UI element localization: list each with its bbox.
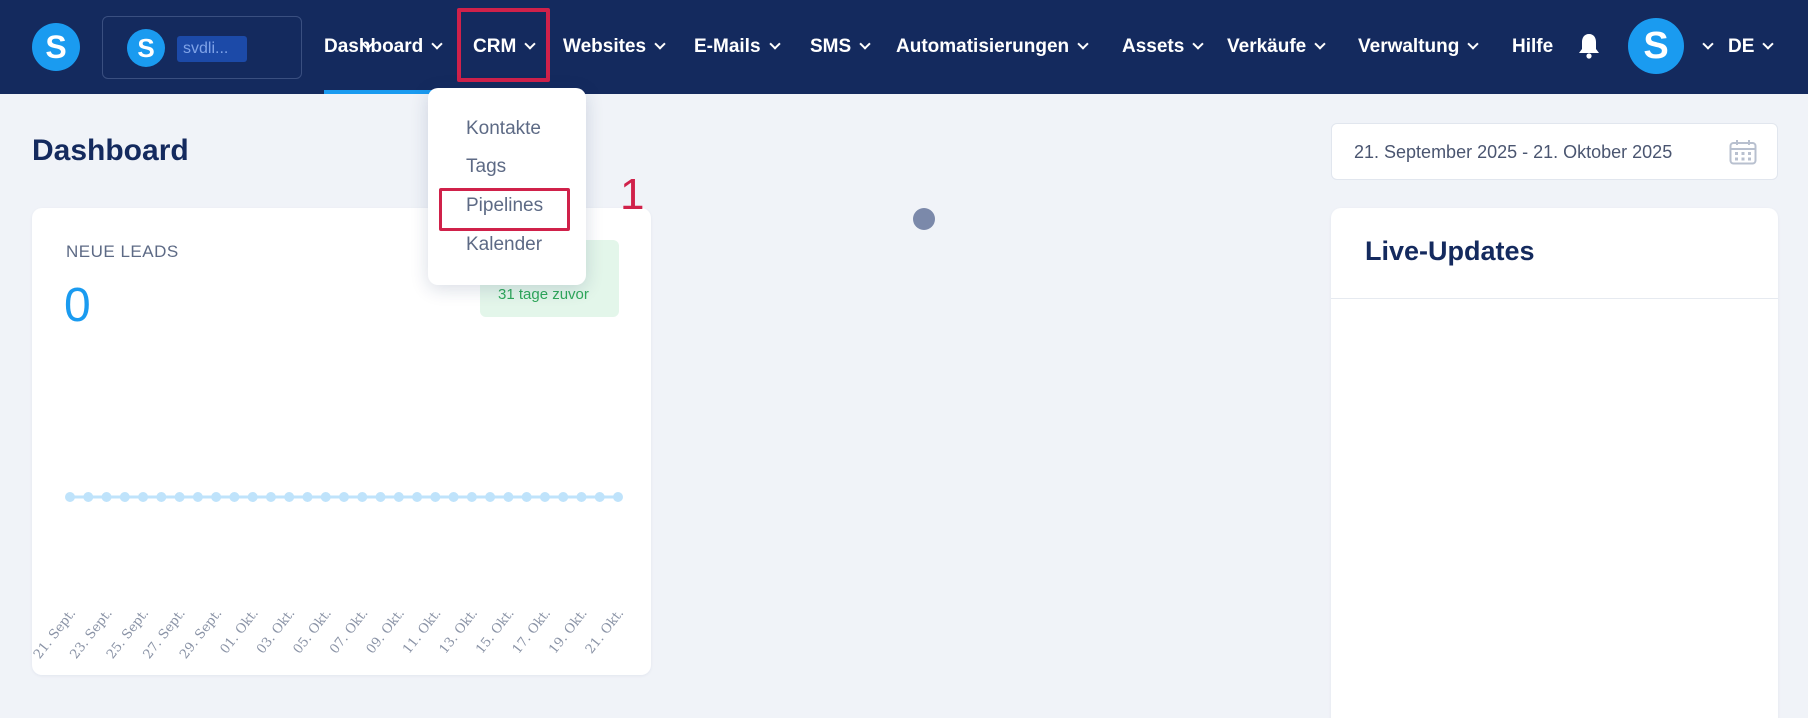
pipelines-highlight-box bbox=[439, 188, 570, 231]
data-point bbox=[393, 492, 404, 502]
live-updates-title: Live-Updates bbox=[1365, 236, 1535, 266]
data-point bbox=[412, 492, 423, 502]
nav-websites[interactable]: Websites bbox=[563, 0, 666, 94]
data-point bbox=[174, 492, 185, 502]
data-point bbox=[613, 492, 623, 502]
data-point bbox=[558, 492, 569, 502]
chevron-down-icon bbox=[1192, 38, 1204, 50]
menu-item-kalender[interactable]: Kalender bbox=[466, 234, 542, 256]
nav-verkaeufe[interactable]: Verkäufe bbox=[1227, 0, 1326, 94]
data-point bbox=[375, 492, 386, 502]
data-point bbox=[229, 492, 240, 502]
nav-emails[interactable]: E-Mails bbox=[694, 0, 781, 94]
chevron-down-icon bbox=[1762, 38, 1775, 50]
nav-label: Automatisierungen bbox=[896, 36, 1070, 57]
chevron-down-icon bbox=[1702, 38, 1714, 50]
data-point bbox=[247, 492, 258, 502]
language-switcher[interactable]: DE bbox=[1728, 0, 1775, 94]
x-tick-label: 21. Okt. bbox=[583, 606, 627, 657]
data-point bbox=[138, 492, 149, 502]
data-point bbox=[101, 492, 112, 502]
chevron-down-icon bbox=[1077, 38, 1089, 50]
nav-label: Websites bbox=[563, 36, 647, 57]
live-updates-card: Live-Updates bbox=[1331, 208, 1778, 718]
chevron-down-icon bbox=[859, 38, 871, 50]
user-menu-toggle[interactable] bbox=[1694, 0, 1714, 94]
language-label: DE bbox=[1728, 36, 1755, 57]
data-point bbox=[284, 492, 295, 502]
data-point bbox=[211, 492, 222, 502]
data-point bbox=[119, 492, 130, 502]
data-point bbox=[302, 492, 313, 502]
data-point bbox=[339, 492, 349, 502]
menu-item-kontakte[interactable]: Kontakte bbox=[466, 118, 541, 140]
nav-label: Verwaltung bbox=[1358, 36, 1460, 57]
calendar-icon bbox=[1729, 140, 1757, 165]
chevron-down-icon bbox=[654, 38, 666, 50]
account-avatar: S bbox=[127, 29, 165, 67]
page-title: Dashboard bbox=[32, 134, 189, 167]
account-switcher[interactable]: S svdli... bbox=[102, 16, 374, 79]
data-point bbox=[65, 492, 75, 502]
data-point bbox=[503, 492, 514, 502]
top-navigation-bar: S S svdli... Dashboard CRM Websites E-Ma… bbox=[0, 0, 1808, 94]
chevron-down-icon bbox=[1314, 38, 1326, 50]
nav-label: Assets bbox=[1122, 36, 1185, 57]
nav-label: Dashboard bbox=[324, 36, 424, 57]
divider bbox=[1331, 298, 1778, 299]
date-range-value: 21. September 2025 - 21. Oktober 2025 bbox=[1354, 142, 1673, 162]
chevron-down-icon bbox=[431, 38, 443, 50]
data-point bbox=[265, 492, 276, 502]
data-point bbox=[466, 492, 477, 502]
nav-label: Hilfe bbox=[1512, 36, 1554, 57]
nav-hilfe[interactable]: Hilfe bbox=[1512, 0, 1553, 94]
loading-indicator bbox=[913, 208, 935, 230]
data-point bbox=[156, 492, 167, 502]
data-point bbox=[485, 492, 496, 502]
account-name: svdli... bbox=[177, 36, 247, 62]
app-logo[interactable]: S bbox=[32, 23, 80, 71]
nav-label: E-Mails bbox=[694, 36, 761, 57]
nav-label: Verkäufe bbox=[1227, 36, 1307, 57]
nav-dashboard[interactable]: Dashboard bbox=[324, 0, 443, 94]
data-point bbox=[357, 492, 368, 502]
nav-verwaltung[interactable]: Verwaltung bbox=[1358, 0, 1480, 94]
chevron-down-icon bbox=[1467, 38, 1480, 50]
nav-assets[interactable]: Assets bbox=[1122, 0, 1204, 94]
data-point bbox=[521, 492, 532, 502]
user-avatar[interactable]: S bbox=[1628, 18, 1684, 74]
nav-sms[interactable]: SMS bbox=[810, 0, 871, 94]
chevron-down-icon bbox=[768, 38, 781, 50]
data-point bbox=[576, 492, 587, 502]
data-point bbox=[594, 492, 605, 502]
step-annotation-number: 1 bbox=[620, 170, 645, 219]
crm-highlight-box bbox=[457, 8, 550, 82]
data-point bbox=[192, 492, 203, 502]
nav-label: SMS bbox=[810, 36, 852, 57]
menu-item-tags[interactable]: Tags bbox=[466, 156, 506, 178]
bell-icon[interactable] bbox=[1578, 33, 1600, 59]
crm-dropdown-menu: Kontakte Tags Pipelines Kalender bbox=[428, 88, 586, 285]
data-point bbox=[448, 492, 459, 502]
nav-automatisierungen[interactable]: Automatisierungen bbox=[896, 0, 1089, 94]
data-point bbox=[320, 492, 331, 502]
data-point bbox=[83, 492, 94, 502]
data-point bbox=[430, 492, 441, 502]
date-range-picker[interactable]: 21. September 2025 - 21. Oktober 2025 bbox=[1331, 123, 1778, 180]
data-point bbox=[539, 492, 550, 502]
